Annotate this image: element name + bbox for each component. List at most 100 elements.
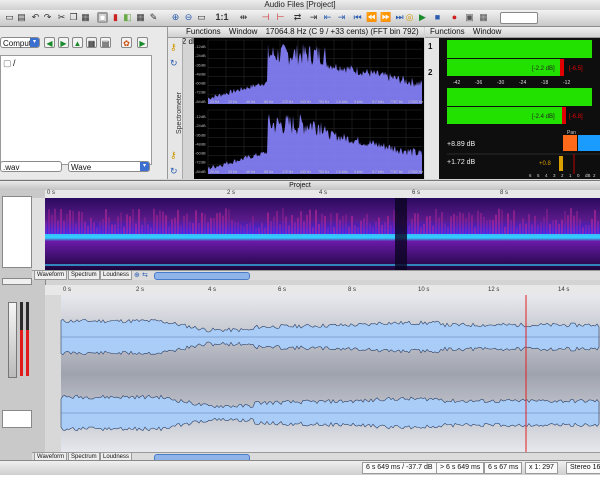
spectrogram-band — [522, 218, 524, 234]
spectrogram-band — [174, 217, 176, 234]
filename-field[interactable]: .wav — [0, 161, 62, 172]
monitor-icon[interactable]: ▣ — [464, 12, 475, 23]
spectrogram-band — [66, 214, 68, 234]
region-icon[interactable]: ◧ — [122, 12, 133, 23]
horizontal-scrollbar[interactable] — [154, 272, 250, 280]
spectrogram-band — [120, 212, 122, 234]
spectrogram-band — [87, 225, 89, 234]
spectrum-freq-tick: 172 Hz — [282, 100, 293, 104]
align-icon[interactable]: ⇥ — [308, 12, 319, 23]
paste-icon[interactable]: ▦ — [80, 12, 91, 23]
move-left-icon[interactable]: ⇤ — [322, 12, 333, 23]
sync-icon[interactable]: ⇆ — [142, 271, 148, 279]
spectrogram-band — [225, 208, 227, 234]
spectrometer-window-menu[interactable]: Window — [229, 27, 257, 36]
open-file-icon[interactable]: ▤ — [16, 12, 27, 23]
copy-icon[interactable]: ❐ — [68, 12, 79, 23]
forward-icon[interactable]: ▶ — [58, 37, 69, 48]
spectrum-db-tick: -48dB — [195, 71, 206, 76]
level-meter-left-fill — [20, 330, 23, 376]
fast-forward-icon[interactable]: ⏩ — [380, 12, 391, 23]
list-view-icon[interactable]: ▤ — [100, 37, 111, 48]
vu-window-menu[interactable]: Window — [473, 27, 501, 36]
rewind-icon[interactable]: ⏪ — [366, 12, 377, 23]
spectrogram-band — [78, 211, 80, 234]
spectrum-freq-tick: 23 Hz — [228, 100, 237, 104]
spectrum-freq-tick: 5.7 kHz — [372, 170, 384, 174]
spectrogram-band — [300, 211, 302, 234]
spectrogram-band — [537, 224, 539, 234]
sample-rate-field[interactable] — [2, 410, 32, 428]
spectrogram-band — [84, 221, 86, 234]
new-file-icon[interactable]: ▭ — [4, 12, 15, 23]
view-toggle-icon[interactable]: ▦ — [86, 37, 97, 48]
volume-fader[interactable] — [8, 302, 17, 378]
format-select[interactable]: Wave ▾ — [68, 161, 150, 172]
undo-icon[interactable]: ↶ — [30, 12, 41, 23]
file-list[interactable]: ▢ / — [0, 55, 152, 165]
track-list[interactable] — [2, 196, 32, 268]
vu-gain-hold: +0.8 — [539, 161, 552, 167]
refresh-icon[interactable]: ↻ — [170, 58, 178, 69]
set-end-icon[interactable]: ⊢ — [275, 12, 286, 23]
spectrogram-band — [48, 209, 50, 234]
back-icon[interactable]: ◀ — [44, 37, 55, 48]
record-button[interactable]: ● — [449, 12, 460, 23]
cut-icon[interactable]: ✂ — [56, 12, 67, 23]
zoom-1to1-button[interactable]: 1:1 — [214, 12, 230, 23]
location-select[interactable]: Computer ▾ — [0, 37, 40, 48]
spectrum-freq-tick: 20 Hz — [210, 100, 219, 104]
tab-loudness[interactable]: Loudness — [100, 271, 133, 280]
zoom-out-icon[interactable]: ⊖ — [183, 12, 194, 23]
spectrogram-view[interactable] — [45, 198, 600, 270]
go-start-icon[interactable]: ⏮ — [352, 12, 363, 23]
level-dropdown[interactable] — [500, 12, 538, 24]
loop-icon[interactable]: ⇄ — [292, 12, 303, 23]
zoom-icon[interactable]: ⊕ — [134, 271, 140, 279]
select-tool-icon[interactable]: ▣ — [97, 12, 108, 23]
spectrogram-band — [366, 214, 368, 234]
grid-icon[interactable]: ▦ — [135, 12, 146, 23]
spectrogram-band — [429, 215, 431, 234]
key-icon[interactable]: ⚷ — [170, 42, 177, 53]
spectrum-display[interactable]: -12dB -24dB -36dB -48dB -60dB -72dB -84dB 20 Hz… — [194, 38, 424, 179]
vu-ch1-hold-label: [-6.5] — [569, 66, 583, 72]
spectrogram-band — [117, 216, 119, 234]
waveform-view[interactable] — [45, 295, 600, 453]
spectrogram-band — [210, 218, 212, 234]
spectrogram-band — [411, 219, 413, 234]
spectrogram-band — [252, 215, 254, 234]
spectrogram-band — [468, 212, 470, 234]
spectrometer-functions-menu[interactable]: Functions — [186, 27, 221, 36]
redo-icon[interactable]: ↷ — [42, 12, 53, 23]
vu-functions-menu[interactable]: Functions — [430, 27, 465, 36]
fit-icon[interactable]: ▭ — [196, 12, 207, 23]
marker-icon[interactable]: ▮ — [110, 12, 121, 23]
spectrogram-band — [345, 214, 347, 234]
stop-button[interactable]: ■ — [432, 12, 443, 23]
spectrogram-band — [147, 224, 149, 234]
spectrum-db-tick: -24dB — [195, 53, 206, 58]
spectrogram-band — [321, 213, 323, 234]
tab-spectrum[interactable]: Spectrum — [68, 271, 100, 280]
favorite-icon[interactable]: ✿ — [121, 37, 132, 48]
spectrogram-band — [453, 213, 455, 234]
spectrogram-band — [378, 217, 380, 234]
key-icon[interactable]: ⚷ — [170, 150, 177, 161]
spectrogram-band — [189, 221, 191, 234]
preview-play-icon[interactable]: ▶ — [137, 37, 148, 48]
play-button[interactable]: ▶ — [417, 12, 428, 23]
set-start-icon[interactable]: ⊣ — [260, 12, 271, 23]
follow-icon[interactable]: ◎ — [404, 12, 415, 23]
refresh-icon[interactable]: ↻ — [170, 166, 178, 177]
zoom-in-icon[interactable]: ⊕ — [170, 12, 181, 23]
spectrogram-band — [582, 227, 584, 234]
spectrogram-band — [567, 215, 569, 234]
spectrogram-band — [327, 227, 329, 234]
up-folder-icon[interactable]: ▲ — [72, 37, 83, 48]
tab-waveform[interactable]: Waveform — [34, 271, 68, 280]
pencil-icon[interactable]: ✎ — [148, 12, 159, 23]
settings-icon[interactable]: ▦ — [478, 12, 489, 23]
move-right-icon[interactable]: ⇥ — [336, 12, 347, 23]
split-icon[interactable]: ⇹ — [238, 12, 249, 23]
